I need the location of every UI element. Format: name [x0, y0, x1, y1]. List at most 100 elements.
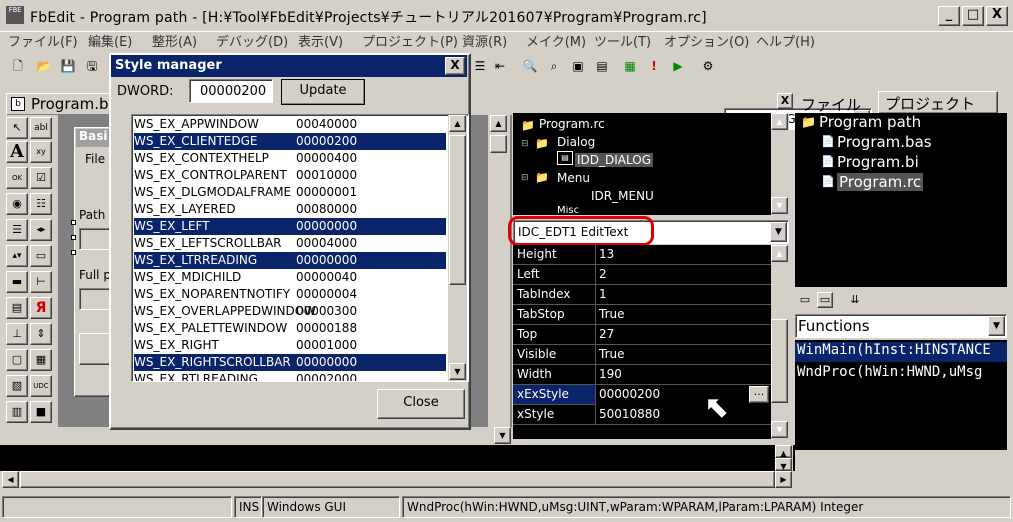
animate-icon[interactable]: Я — [30, 297, 52, 319]
menu-item-4[interactable]: 表示(V) — [298, 31, 343, 50]
scroll-down-icon[interactable]: ▼ — [449, 363, 466, 380]
property-row-visible[interactable]: Visible True — [513, 345, 771, 365]
property-row-left[interactable]: Left 2 — [513, 265, 771, 285]
style-list-item[interactable]: WS_EX_LEFT 00000000 — [134, 218, 446, 235]
listbox-icon[interactable]: ☷ — [30, 193, 52, 215]
property-grid[interactable]: xStyle 50010880 xExStyle 00000200... Width 19… — [513, 245, 789, 439]
scroll-thumb[interactable] — [20, 471, 775, 488]
align-icon[interactable]: ☰ — [470, 56, 490, 76]
scroll-up-icon[interactable]: ▲ — [771, 245, 788, 262]
project-file-bas[interactable]: Program.bas — [837, 133, 932, 151]
minimize-button[interactable]: _ — [938, 6, 960, 26]
expand-icon[interactable]: ⊟ — [521, 173, 529, 183]
output-hscrollbar[interactable]: ◀ ▶ — [0, 471, 795, 489]
tab-program-rc[interactable]: b Program.b — [6, 93, 116, 115]
function-item-wndproc[interactable]: WndProc(hWin:HWND,uMsg — [795, 364, 1007, 384]
tree-menu[interactable]: Menu — [557, 171, 590, 185]
menu-item-1[interactable]: 編集(E) — [88, 31, 132, 50]
output-pane[interactable]: ▲ ▼ — [0, 445, 795, 471]
scroll-down-icon[interactable]: ▼ — [771, 421, 788, 438]
menu-item-7[interactable]: メイク(M) — [526, 31, 586, 50]
udc-icon[interactable]: UDC — [30, 375, 52, 397]
property-row-xstyle[interactable]: xStyle 50010880 — [513, 405, 771, 425]
project-root[interactable]: Program path — [819, 113, 921, 131]
label-icon[interactable]: abl — [30, 117, 52, 139]
maximize-button[interactable]: □ — [962, 6, 984, 26]
tab-control-icon[interactable]: ▭ — [30, 245, 52, 267]
menu-item-0[interactable]: ファイル(F) — [8, 31, 78, 50]
close-dialog-button[interactable]: Close — [377, 389, 465, 419]
listview-icon[interactable]: ▤ — [6, 297, 28, 319]
groupbox-icon[interactable]: xy — [30, 141, 52, 163]
style-list-scrollbar[interactable]: ▲ ▼ — [448, 115, 467, 381]
properties-icon[interactable]: ▣ — [568, 56, 588, 76]
function-item-winmain[interactable]: WinMain(hInst:HINSTANCE — [795, 342, 1007, 362]
functions-list[interactable]: WinMain(hInst:HINSTANCE WndProc(hWin:HWN… — [795, 340, 1007, 450]
menu-item-8[interactable]: ツール(T) — [594, 31, 651, 50]
style-list-item[interactable]: WS_EX_CONTROLPARENT 00010000 — [134, 167, 446, 184]
tree-scrollbar[interactable]: ▲ ▼ — [771, 113, 789, 215]
property-row-height[interactable]: Height 13 — [513, 245, 771, 265]
style-list-item[interactable]: WS_EX_MDICHILD 00000040 — [134, 269, 446, 286]
project-file-bi[interactable]: Program.bi — [837, 153, 919, 171]
button-icon[interactable]: OK — [6, 167, 28, 189]
property-row-tabindex[interactable]: TabIndex 1 — [513, 285, 771, 305]
style-list-item[interactable]: WS_EX_NOPARENTNOTIFY 00000004 — [134, 286, 446, 303]
menu-item-6[interactable]: 資源(R) — [462, 31, 507, 50]
property-row-top[interactable]: Top 27 — [513, 325, 771, 345]
update-button[interactable]: Update — [281, 79, 365, 105]
scroll-right-icon[interactable]: ▶ — [775, 471, 792, 488]
shape-icon[interactable]: ▥ — [6, 401, 28, 423]
dword-input[interactable]: 00000200 — [189, 79, 273, 103]
image-icon[interactable]: ▧ — [6, 375, 28, 397]
menu-item-10[interactable]: ヘルプ(H) — [756, 31, 815, 50]
output-vscrollbar[interactable]: ▲ ▼ — [775, 445, 793, 471]
style-list-item[interactable]: WS_EX_RIGHTSCROLLBAR 00000000 — [134, 354, 446, 371]
checkbox-icon[interactable]: ☑ — [30, 167, 52, 189]
scroll-up-icon[interactable]: ▲ — [490, 115, 507, 132]
grid-icon[interactable]: ▦ — [30, 349, 52, 371]
design-vscrollbar[interactable]: ▲ — [488, 115, 510, 427]
tree-idr-menu[interactable]: IDR_MENU — [591, 189, 654, 203]
close-button[interactable]: X — [986, 6, 1008, 26]
find-icon[interactable]: 🔍 — [520, 56, 540, 76]
scroll-up-icon[interactable]: ▲ — [775, 445, 792, 458]
project-file-rc[interactable]: Program.rc — [837, 173, 924, 191]
panel-close-icon[interactable]: X — [777, 93, 793, 109]
menu-item-3[interactable]: デバッグ(D) — [216, 31, 288, 50]
style-list-item[interactable]: WS_EX_RTLREADING 00002000 — [134, 371, 446, 381]
scroll-down-icon[interactable]: ▼ — [775, 458, 792, 471]
menu-item-9[interactable]: オプション(O) — [664, 31, 749, 50]
tree-idd-dialog[interactable]: IDD_DIALOG — [575, 153, 654, 167]
scroll-thumb[interactable] — [449, 135, 466, 285]
trackbar-icon[interactable]: ⊥ — [6, 323, 28, 345]
tab-project[interactable]: プロジェクト — [878, 91, 998, 113]
stop-icon[interactable]: ! — [644, 56, 664, 76]
tree-root[interactable]: Program.rc — [539, 117, 605, 131]
property-row-width[interactable]: Width 190 — [513, 365, 771, 385]
sort-icon[interactable]: ⇊ — [847, 292, 863, 308]
scroll-down-icon[interactable]: ▼ — [494, 427, 511, 444]
combobox-icon[interactable]: ☰ — [6, 219, 28, 241]
ellipsis-button[interactable]: ... — [749, 386, 769, 403]
resize-handle[interactable] — [71, 250, 76, 255]
scroll-left-icon[interactable]: ◀ — [2, 471, 19, 488]
vscroll-icon[interactable]: ▴▾ — [6, 245, 28, 267]
scroll-thumb[interactable] — [490, 135, 507, 153]
menu-item-5[interactable]: プロジェクト(P) — [362, 31, 458, 50]
property-scrollbar[interactable]: ▲ ▼ — [771, 245, 789, 439]
style-list-item[interactable]: WS_EX_CLIENTEDGE 00000200 — [134, 133, 446, 150]
open-folder-icon[interactable]: 📂 — [34, 56, 54, 76]
resize-handle[interactable] — [71, 220, 76, 225]
treeview-icon[interactable]: ⊢ — [30, 271, 52, 293]
new-file-icon[interactable]: 🗋 — [8, 56, 28, 76]
style-list-item[interactable]: WS_EX_PALETTEWINDOW 00000188 — [134, 320, 446, 337]
scroll-thumb[interactable] — [771, 319, 788, 403]
style-list-item[interactable]: WS_EX_OVERLAPPEDWINDOW 00000300 — [134, 303, 446, 320]
view-tree-icon[interactable]: ▭ — [817, 292, 833, 308]
style-manager-close-icon[interactable]: X — [445, 57, 465, 75]
debug-icon[interactable]: ⚙ — [698, 56, 718, 76]
scroll-up-icon[interactable]: ▲ — [771, 113, 788, 130]
run-icon[interactable]: ▶ — [668, 56, 688, 76]
tree-dialog[interactable]: Dialog — [557, 135, 595, 149]
